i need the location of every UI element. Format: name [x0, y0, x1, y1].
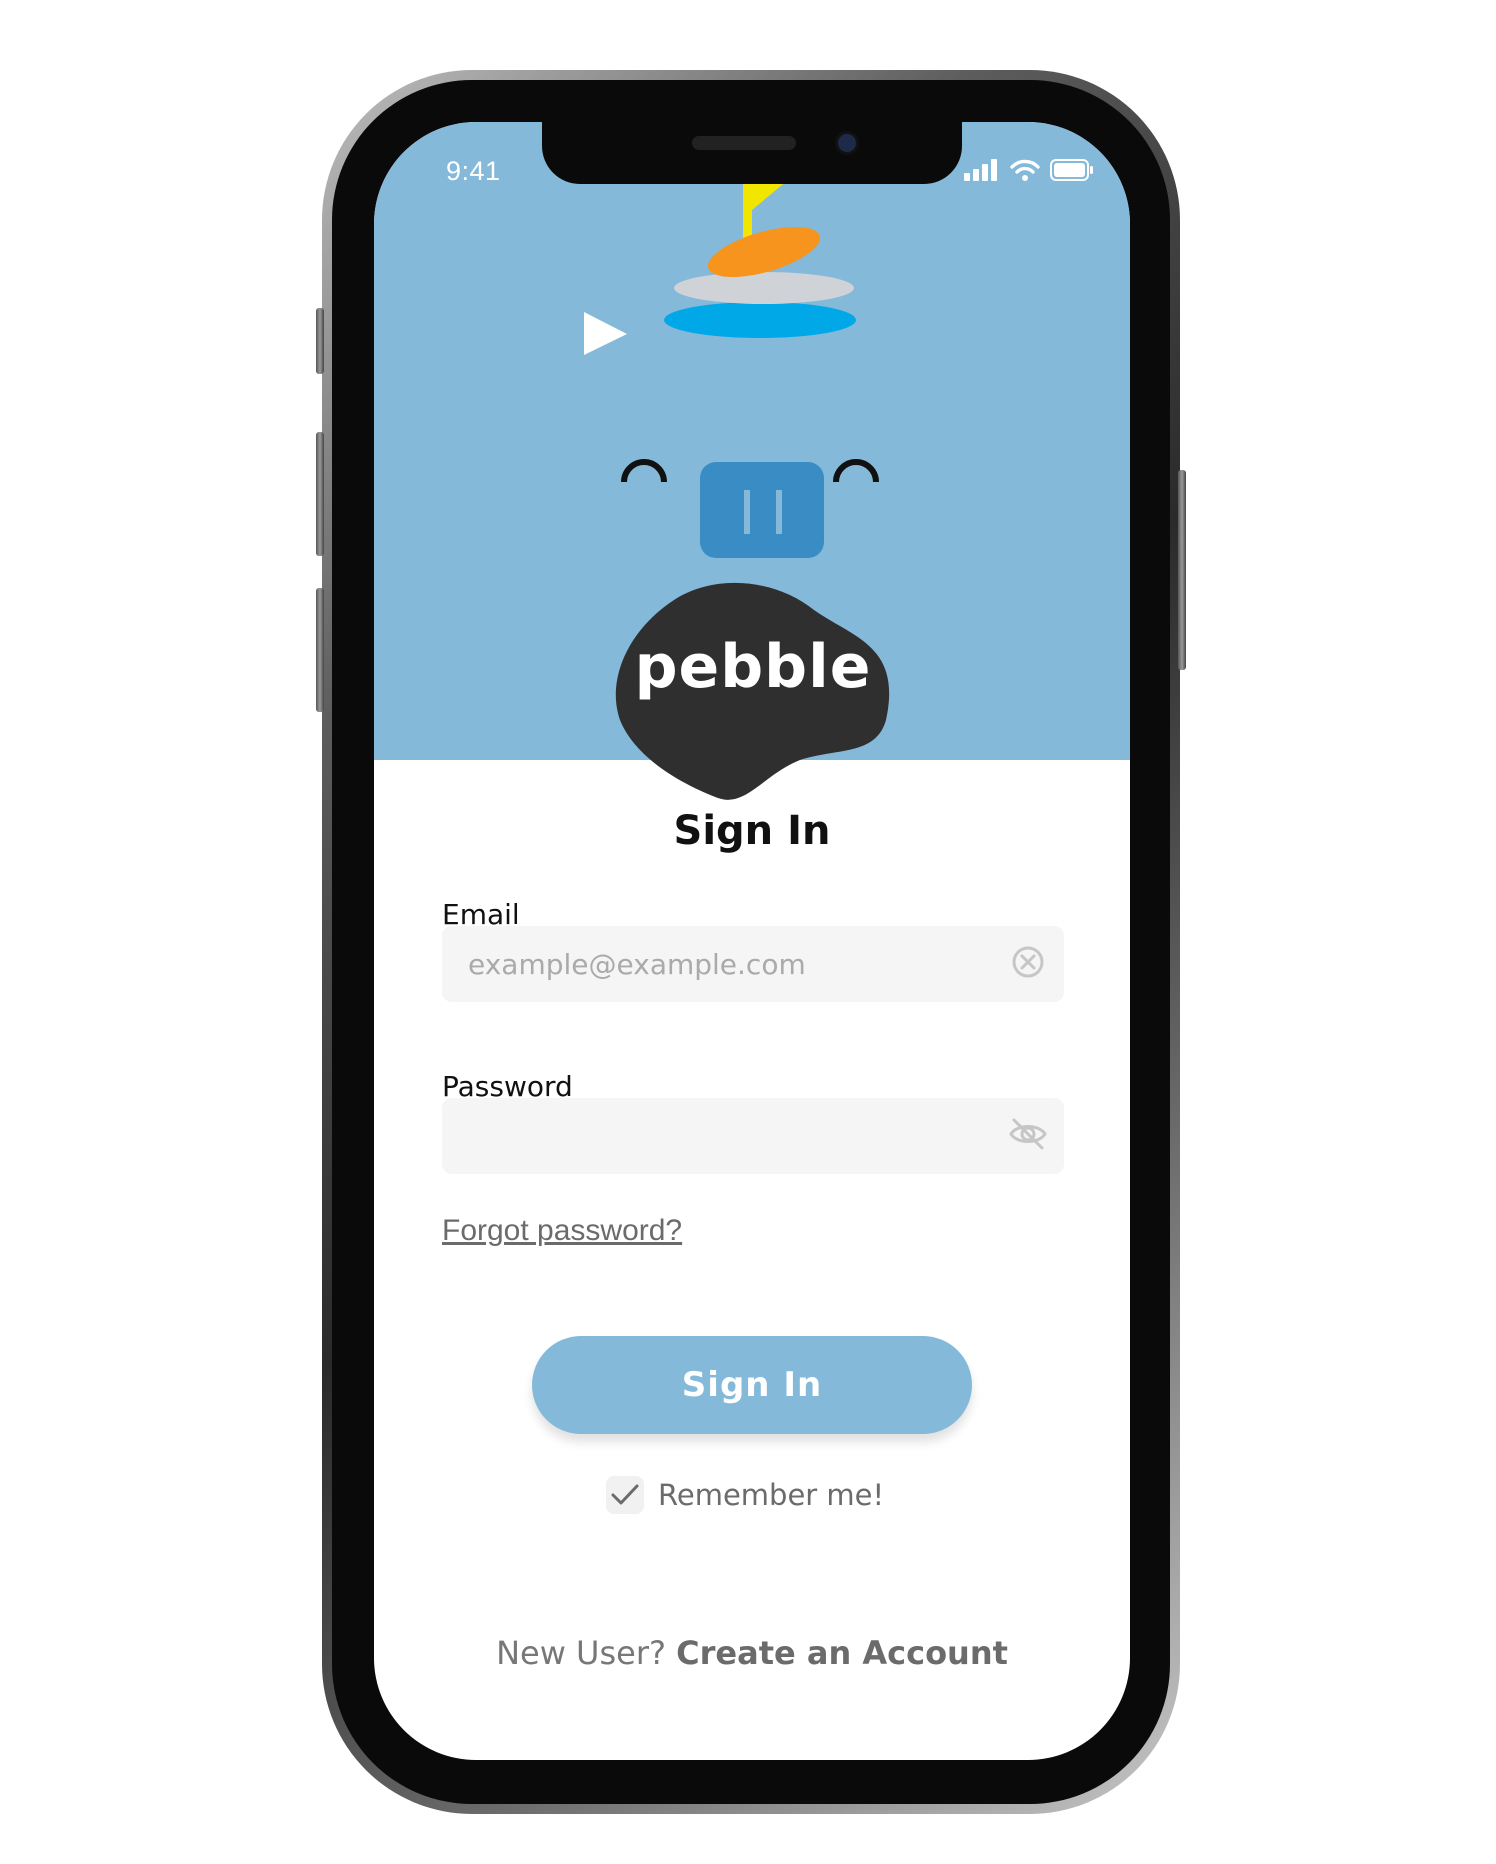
remember-me-row[interactable]: Remember me!	[606, 1476, 884, 1514]
pebble-logo-text: pebble	[634, 632, 872, 702]
clear-input-icon[interactable]	[1010, 944, 1046, 980]
grey-disc	[674, 272, 854, 304]
checkmark-icon	[611, 1484, 639, 1505]
remember-me-checkbox[interactable]	[606, 1476, 644, 1514]
signup-prompt: New User? Create an Account	[374, 1634, 1130, 1672]
signal-icon	[964, 159, 997, 181]
right-eye	[833, 459, 879, 483]
create-account-link[interactable]: Create an Account	[676, 1634, 1008, 1672]
power-button	[1178, 470, 1186, 670]
wifi-icon	[1010, 159, 1040, 181]
app-screen: pebble 9:41 Sign In Email Password	[374, 122, 1130, 1760]
play-triangle	[584, 312, 627, 355]
status-icons	[964, 158, 1094, 182]
password-field[interactable]	[442, 1098, 1064, 1174]
new-user-text: New User?	[496, 1634, 666, 1672]
volume-up-button	[316, 432, 324, 556]
sign-in-button[interactable]: Sign In	[532, 1336, 972, 1434]
eye-off-icon[interactable]	[1008, 1116, 1048, 1152]
page-title: Sign In	[673, 808, 831, 854]
pool-ellipse	[664, 302, 856, 338]
volume-down-button	[316, 588, 324, 712]
forgot-password-link[interactable]: Forgot password?	[442, 1214, 682, 1248]
left-eye	[621, 459, 667, 483]
remember-me-label: Remember me!	[658, 1478, 885, 1512]
pause-block	[700, 462, 824, 558]
battery-icon	[1050, 159, 1093, 181]
mute-switch	[316, 308, 324, 374]
email-field[interactable]	[442, 926, 1064, 1002]
notch	[542, 122, 962, 184]
status-time: 9:41	[446, 156, 501, 186]
